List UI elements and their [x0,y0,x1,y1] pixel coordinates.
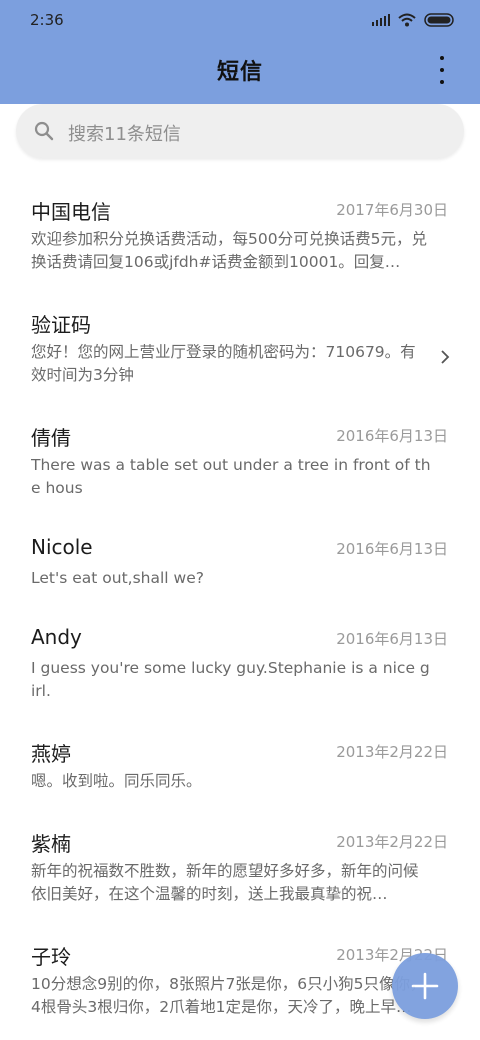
contact-name: 验证码 [31,313,91,337]
message-preview: Let's eat out,shall we? [31,569,204,587]
message-date: 2016年6月13日 [336,630,448,648]
message-date: 2016年6月13日 [336,427,448,445]
app-bar: 2:36 短信 [0,0,480,104]
plus-icon [411,972,439,1000]
signal-icon [372,14,390,26]
message-preview: 新年的祝福数不胜数，新年的愿望好多好多，新年的问候依旧美好，在这个温馨的时刻，送… [31,862,419,903]
message-date: 2013年2月22日 [336,833,448,851]
message-date: 2017年6月30日 [336,201,448,219]
contact-name: 紫楠 [31,832,71,856]
contact-name: 倩倩 [31,426,71,450]
message-date: 2016年6月13日 [336,540,448,558]
message-preview: 10分想念9别的你，8张照片7张是你，6只小狗5只像你，4根骨头3根归你，2爪着… [31,975,426,1016]
search-placeholder: 搜索11条短信 [68,124,181,145]
page-title: 短信 [216,60,263,85]
more-vert-icon[interactable] [434,56,450,84]
contact-name: Andy [31,625,82,649]
status-icons [372,12,456,28]
search-input[interactable]: 搜索11条短信 [16,104,464,158]
message-preview: I guess you're some lucky guy.Stephanie … [31,659,430,700]
message-date: 2013年2月22日 [336,743,448,761]
status-time: 2:36 [30,11,64,29]
message-preview: 欢迎参加积分兑换话费活动，每500分可兑换话费5元，兑换话费请回复106或jfd… [31,230,427,271]
contact-name: Nicole [31,535,93,559]
message-preview: 您好！您的网上营业厅登录的随机密码为：710679。有效时间为3分钟 [31,343,416,384]
contact-name: 子玲 [31,945,71,969]
new-message-button[interactable] [392,953,458,1019]
battery-icon [424,13,454,27]
wifi-icon [398,13,416,27]
contact-name: 中国电信 [31,200,111,224]
message-preview: 嗯。收到啦。同乐同乐。 [31,772,202,790]
search-icon [34,121,54,141]
contact-name: 燕婷 [31,742,71,766]
chevron-right-icon [441,350,450,364]
message-preview: There was a table set out under a tree i… [31,456,431,497]
